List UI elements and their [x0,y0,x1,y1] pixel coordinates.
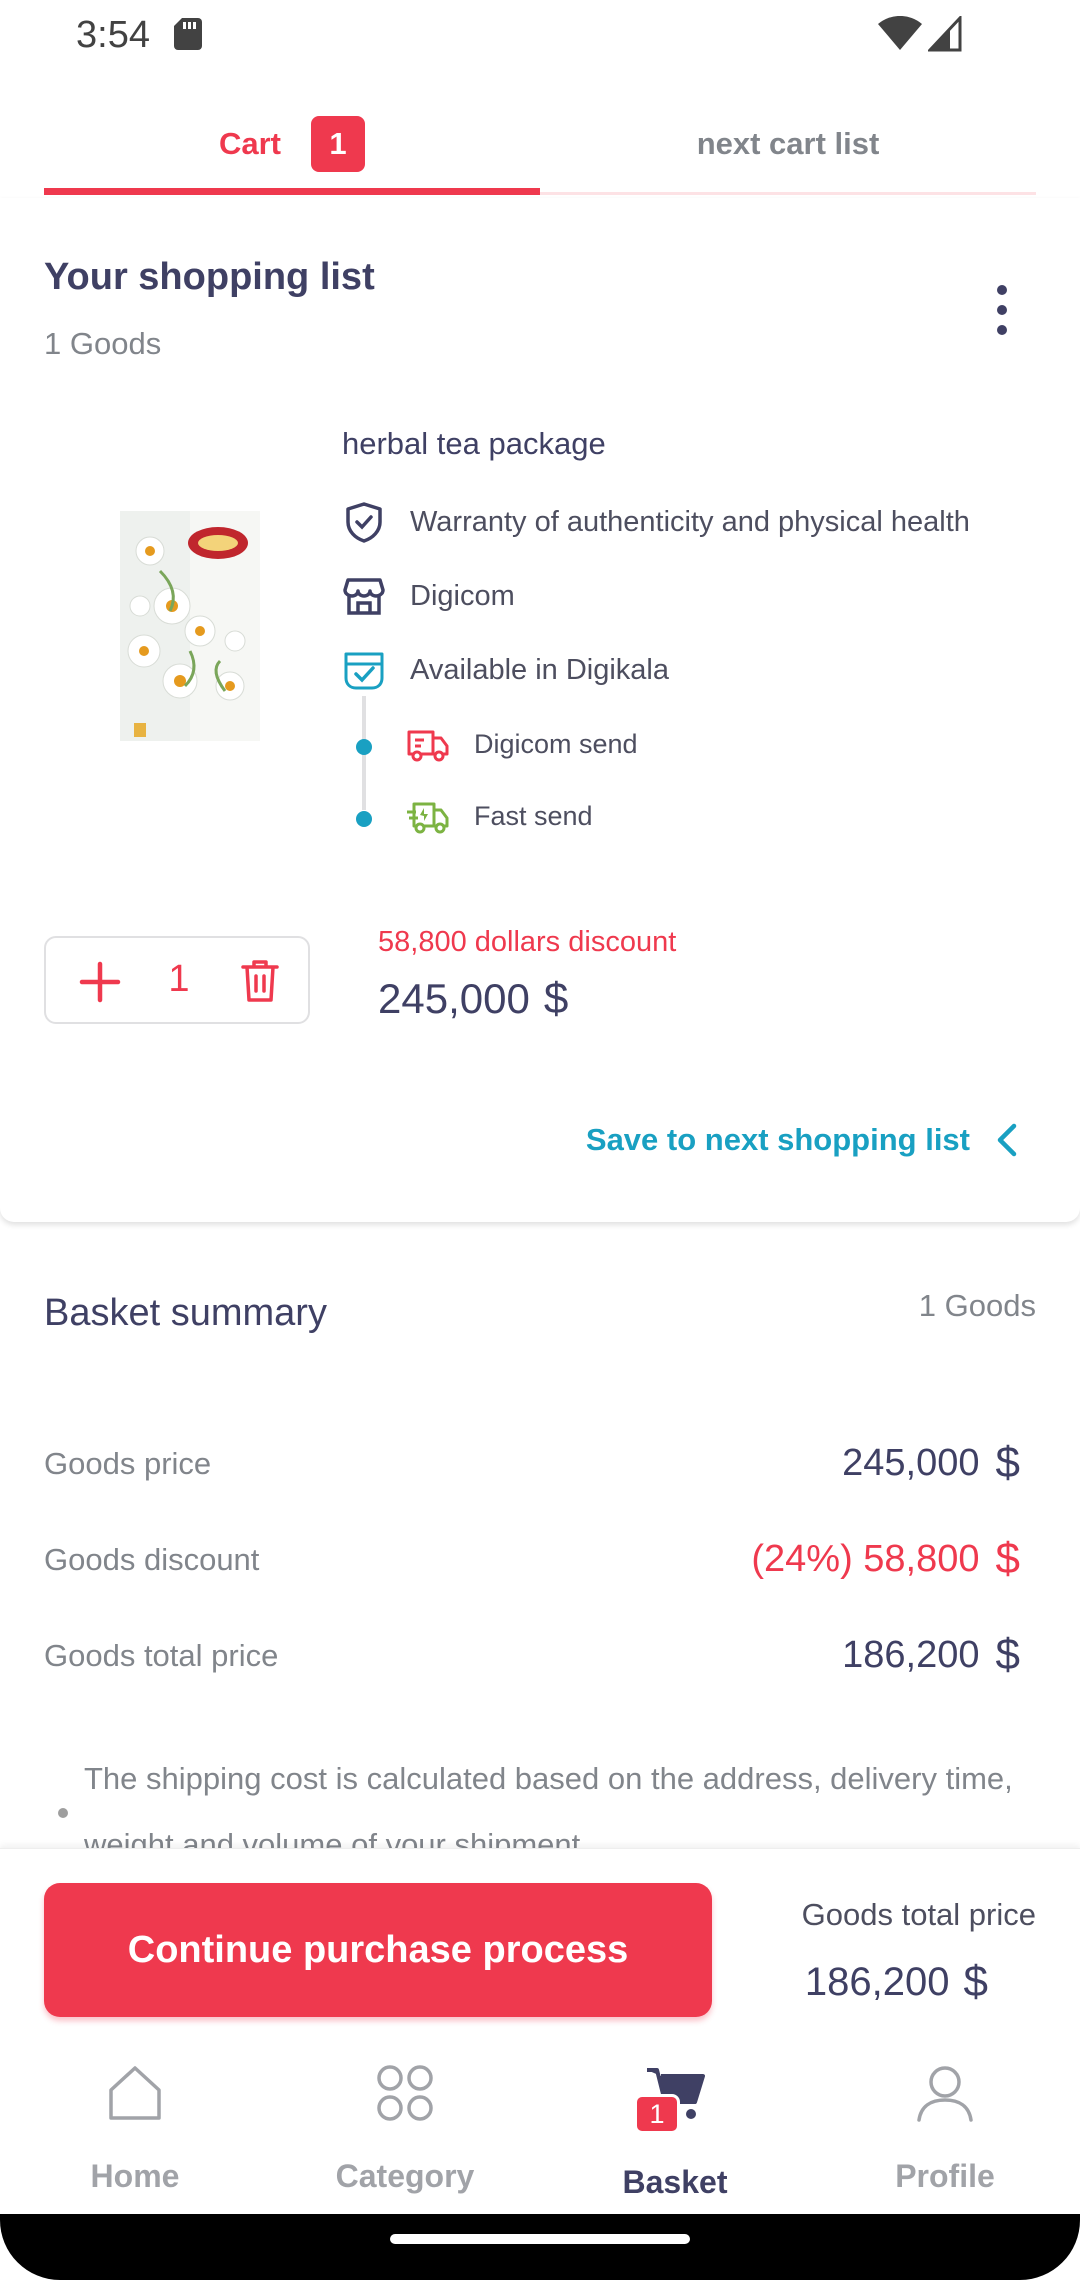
cart-tabs: Cart 1 next cart list [44,90,1036,198]
shipping-digicom-text: Digicom send [474,728,638,759]
signal-icon [928,16,962,52]
summary-row-goods-discount: Goods discount (24%) 58,800 $ [44,1528,1020,1588]
checkout-bar: Continue purchase process Goods total pr… [0,1848,1080,2048]
bottom-navigation: Home Category 1 Basket Profile [0,2048,1080,2214]
fast-truck-icon [407,802,449,834]
trash-icon[interactable] [240,958,280,1004]
cart-count-badge: 1 [311,116,365,172]
summary-label: Goods total price [44,1638,279,1673]
checkout-total-price: 186,200 $ [805,1957,988,2007]
nav-basket-label: Basket [622,2164,728,2200]
store-icon [343,578,385,615]
home-gesture-bar[interactable] [390,2234,690,2244]
currency-symbol: $ [963,1957,988,2006]
nav-home[interactable]: Home [0,2048,270,2214]
currency-symbol: $ [995,1438,1020,1487]
basket-summary-title: Basket summary [44,1292,327,1334]
chevron-left-icon [997,1123,1017,1157]
nav-basket[interactable]: 1 Basket [540,2048,810,2214]
summary-row-goods-total: Goods total price 186,200 $ [44,1624,1020,1684]
summary-amount: (24%) 58,800 [751,1537,980,1580]
shipping-fast: Fast send [406,792,593,840]
cart-card: Your shopping list 1 Goods herbal tea pa… [0,198,1080,1222]
status-time: 3:54 [76,14,150,56]
feature-seller-text: Digicom [410,579,515,612]
tab-cart[interactable]: Cart 1 [44,90,540,198]
summary-amount: 186,200 [842,1633,980,1676]
nav-profile[interactable]: Profile [810,2048,1080,2214]
tab-active-indicator [44,188,540,195]
summary-label: Goods price [44,1446,212,1481]
checkout-total-label: Goods total price [801,1897,1036,1932]
continue-purchase-button[interactable]: Continue purchase process [44,1883,712,2017]
summary-row-goods-price: Goods price 245,000 $ [44,1432,1020,1492]
home-icon [109,2066,161,2120]
nav-category[interactable]: Category [270,2048,540,2214]
feature-availability-text: Available in Digikala [410,653,670,686]
tab-next-cart-label: next cart list [696,126,880,161]
nav-home-label: Home [90,2158,180,2194]
product-discount: 58,800 dollars discount [378,926,677,958]
sd-card-icon [174,18,202,50]
shield-check-icon [346,502,382,543]
summary-value: 186,200 $ [842,1630,1020,1680]
note-bullet [58,1808,68,1818]
shopping-list-title: Your shopping list [44,256,375,298]
tab-cart-label: Cart [218,126,281,161]
wifi-icon [878,16,922,50]
truck-icon [407,730,449,762]
checkout-total-value: 186,200 [804,1959,950,2004]
tab-next-cart-list[interactable]: next cart list [540,90,1036,198]
warehouse-check-icon [344,652,384,690]
timeline-dot [356,811,372,827]
product-price: 245,000 $ [378,974,568,1024]
summary-amount: 245,000 [842,1441,980,1484]
more-options-icon[interactable] [990,282,1014,338]
category-icon [377,2065,433,2121]
basket-count-badge: 1 [634,2094,680,2134]
nav-profile-label: Profile [895,2158,995,2194]
currency-symbol: $ [543,974,569,1023]
feature-warranty: Warranty of authenticity and physical he… [342,498,970,546]
product-name[interactable]: herbal tea package [342,426,606,462]
summary-value: (24%) 58,800 $ [751,1534,1020,1584]
system-gesture-area [0,2214,1080,2280]
currency-symbol: $ [995,1630,1020,1679]
summary-value: 245,000 $ [842,1438,1020,1488]
save-to-next-list-label: Save to next shopping list [585,1122,970,1157]
shipping-digicom: Digicom send [406,720,638,768]
profile-icon [917,2066,973,2122]
basket-summary-count: 1 Goods [918,1288,1036,1323]
shipping-fast-text: Fast send [474,800,593,831]
feature-seller[interactable]: Digicom [342,572,515,620]
save-to-next-list-button[interactable]: Save to next shopping list [586,1122,1020,1158]
product-image[interactable] [120,511,260,741]
quantity-stepper: 1 [44,936,310,1024]
status-bar: 3:54 [0,0,1080,70]
currency-symbol: $ [995,1534,1020,1583]
tab-divider [540,192,1036,195]
summary-label: Goods discount [44,1542,260,1577]
feature-availability: Available in Digikala [342,646,669,694]
product-price-value: 245,000 [378,975,530,1022]
timeline-dot [356,739,372,755]
shopping-list-count: 1 Goods [44,326,162,361]
nav-category-label: Category [335,2158,475,2194]
feature-warranty-text: Warranty of authenticity and physical he… [410,505,970,538]
